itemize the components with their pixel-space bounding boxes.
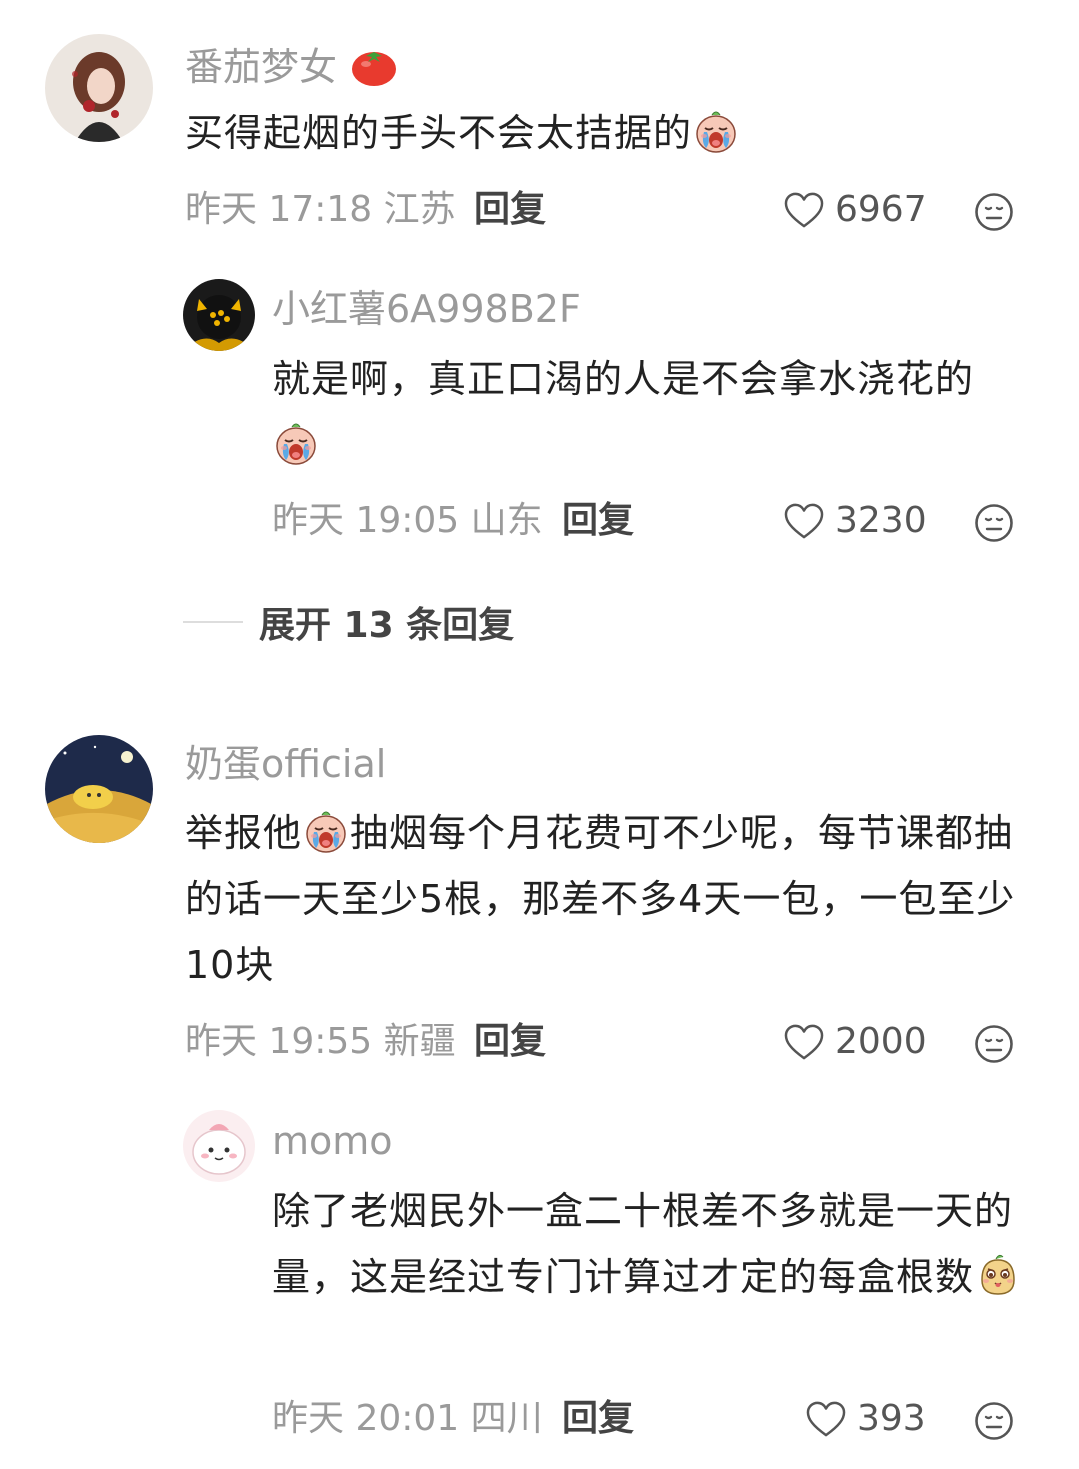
username[interactable]: 奶蛋official [185,740,386,788]
reply-button[interactable]: 回复 [562,1395,634,1443]
comment-time: 19:05 [355,500,460,541]
tomato-icon [352,52,397,86]
comment-date: 昨天 [185,1021,258,1062]
neutral-face-icon[interactable] [974,503,1014,543]
comment-text-body: 就是啊，真正口渴的人是不会拿水浇花的 [272,357,975,401]
avatar[interactable] [45,34,153,142]
neutral-face-icon[interactable] [974,1401,1014,1441]
like-count: 2000 [835,1021,927,1062]
comment-text: 举报他 抽烟每个月花费可不少呢，每节课都抽的话一天至少5根，那差不多4天一包，一包… [185,800,1045,998]
crying-face-icon [272,418,320,466]
comment-location: 四川 [470,1398,543,1439]
comment-time: 20:01 [355,1398,460,1439]
comment-meta: 昨天 17:18 江苏 [185,186,456,234]
crying-face-icon [302,806,350,854]
avatar-image-icon [183,1110,255,1182]
comment-text: 就是啊，真正口渴的人是不会拿水浇花的 [272,346,1042,478]
heart-outline-icon [783,502,825,540]
heart-outline-icon [783,1023,825,1061]
like-button[interactable]: 6967 [783,186,927,234]
avatar-image-icon [45,34,153,142]
avatar[interactable] [183,1110,255,1182]
heart-outline-icon [805,1400,847,1438]
reply-button[interactable]: 回复 [562,497,634,545]
comment-date: 昨天 [185,189,258,230]
comment-meta: 昨天 20:01 四川 [272,1395,543,1443]
comment-text-body: 除了老烟民外一盒二十根差不多就是一天的量，这是经过专门计算过才定的每盒根数 [272,1189,1014,1299]
expand-replies-button[interactable]: 展开 13 条回复 [183,596,514,648]
heart-outline-icon [783,191,825,229]
comment-location: 新疆 [383,1021,456,1062]
comment-location: 江苏 [383,189,456,230]
like-button[interactable]: 2000 [783,1018,927,1066]
comment-text: 买得起烟的手头不会太拮据的 [185,100,1045,166]
avatar-image-icon [183,279,255,351]
crying-face-icon [692,106,740,154]
comment-text-part1: 举报他 [185,811,303,855]
expand-replies-label: 展开 13 条回复 [259,605,515,646]
username[interactable]: 小红薯6A998B2F [272,285,581,333]
username[interactable]: momo [272,1117,393,1165]
avatar[interactable] [183,279,255,351]
reply-button[interactable]: 回复 [474,1018,546,1066]
like-count: 6967 [835,189,927,230]
expand-divider [183,621,243,623]
comment-time: 17:18 [268,189,373,230]
reply-button[interactable]: 回复 [474,186,546,234]
comment-meta: 昨天 19:05 山东 [272,497,543,545]
comment-date: 昨天 [272,500,345,541]
smug-potato-icon [974,1250,1022,1298]
like-button[interactable]: 393 [805,1395,926,1443]
comment-location: 山东 [470,500,543,541]
like-count: 3230 [835,500,927,541]
comment-text-body: 买得起烟的手头不会太拮据的 [185,111,693,155]
like-button[interactable]: 3230 [783,497,927,545]
comment-time: 19:55 [268,1021,373,1062]
username[interactable]: 番茄梦女 [185,42,399,91]
avatar[interactable] [45,735,153,843]
username-text: 番茄梦女 [185,45,338,89]
comment-meta: 昨天 19:55 新疆 [185,1018,456,1066]
comment-date: 昨天 [272,1398,345,1439]
like-count: 393 [857,1398,926,1439]
comment-text: 除了老烟民外一盒二十根差不多就是一天的量，这是经过专门计算过才定的每盒根数 [272,1178,1042,1310]
neutral-face-icon[interactable] [974,192,1014,232]
avatar-image-icon [45,735,153,843]
neutral-face-icon[interactable] [974,1024,1014,1064]
